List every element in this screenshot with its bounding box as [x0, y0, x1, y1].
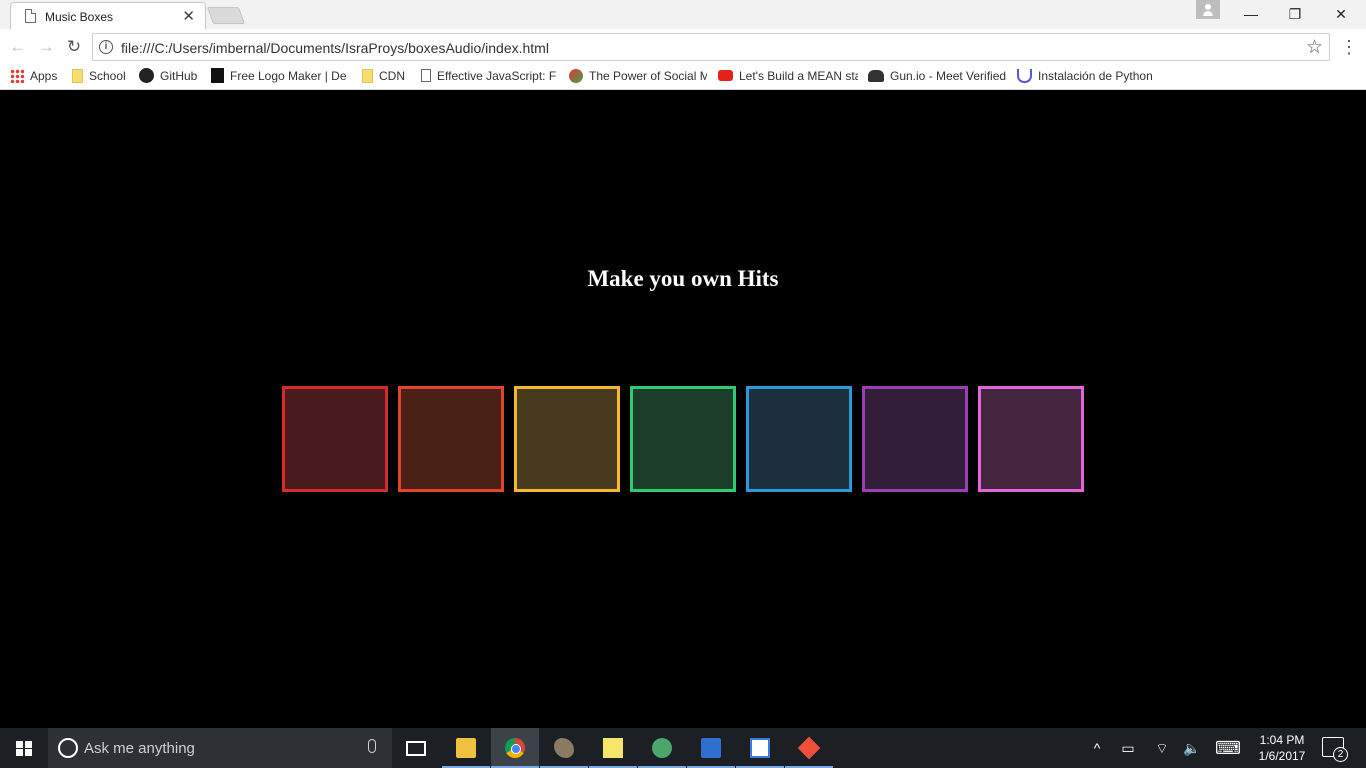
- battery-icon[interactable]: ▭: [1116, 728, 1140, 768]
- bookmark-apps[interactable]: Apps: [10, 68, 62, 86]
- music-box-purple[interactable]: [862, 386, 968, 492]
- chrome-menu-button[interactable]: ⋮: [1340, 36, 1358, 58]
- apps-grid-icon: [10, 68, 24, 83]
- taskbar-paint[interactable]: [736, 728, 784, 768]
- close-tab-icon[interactable]: ✕: [182, 7, 195, 25]
- gimp-icon: [554, 738, 574, 758]
- wifi-icon[interactable]: ⌔: [1150, 728, 1174, 768]
- keyboard-icon[interactable]: ⌨: [1214, 728, 1242, 768]
- tab-music-boxes[interactable]: Music Boxes ✕: [10, 2, 206, 29]
- page-title: Make you own Hits: [587, 266, 779, 291]
- sticky-notes-icon: [603, 738, 623, 758]
- browser-toolbar: ← → ↻ i file:///C:/Users/imbernal/Docume…: [0, 29, 1366, 65]
- udemy-icon: [1017, 68, 1032, 83]
- folder-icon: [72, 68, 83, 83]
- info-icon[interactable]: i: [99, 40, 113, 54]
- page-icon: [25, 9, 36, 23]
- windows-logo-icon: [16, 741, 32, 756]
- new-tab-button[interactable]: [206, 7, 246, 24]
- bookmark-github[interactable]: GitHub: [139, 68, 203, 86]
- taskbar-git-client[interactable]: [785, 728, 833, 768]
- youtube-icon: [718, 70, 733, 82]
- reload-button[interactable]: ↻: [62, 35, 86, 59]
- volume-icon[interactable]: 🔈: [1180, 728, 1204, 768]
- atom-icon: [652, 738, 672, 758]
- minimize-button[interactable]: —: [1228, 0, 1274, 28]
- bookmark-mean-stack[interactable]: Let's Build a MEAN sta: [718, 68, 858, 86]
- close-window-button[interactable]: ✕: [1318, 0, 1364, 28]
- tab-strip: Music Boxes ✕ — ❐ ✕: [0, 0, 1366, 29]
- forward-button[interactable]: →: [34, 35, 58, 59]
- bookmark-power-of-social[interactable]: The Power of Social M: [569, 68, 707, 86]
- gun-io-icon: [868, 69, 884, 82]
- back-button[interactable]: ←: [6, 35, 30, 59]
- clock-date: 1/6/2017: [1258, 749, 1306, 763]
- cortana-icon: [58, 738, 78, 758]
- logo-maker-icon: [211, 68, 224, 84]
- music-box-pink[interactable]: [978, 386, 1084, 492]
- microphone-icon[interactable]: [368, 739, 376, 753]
- taskbar-security-app[interactable]: [687, 728, 735, 768]
- taskbar-chrome[interactable]: [491, 728, 539, 768]
- bookmark-effective-javascript[interactable]: Effective JavaScript: Fr: [421, 68, 556, 86]
- music-box-orange[interactable]: [398, 386, 504, 492]
- music-boxes: [282, 386, 1084, 492]
- folder-icon: [362, 68, 373, 83]
- chrome-icon: [505, 738, 525, 758]
- show-hidden-icons-chevron[interactable]: ^: [1086, 728, 1108, 768]
- taskbar-atom[interactable]: [638, 728, 686, 768]
- tab-title: Music Boxes: [45, 10, 114, 24]
- page-icon: [421, 69, 431, 83]
- search-placeholder: Ask me anything: [84, 740, 195, 757]
- bookmark-free-logo-maker[interactable]: Free Logo Maker | De: [211, 68, 346, 86]
- profile-icon[interactable]: [1196, 0, 1220, 19]
- bookmark-star-icon[interactable]: ☆: [1306, 36, 1323, 59]
- maximize-button[interactable]: ❐: [1272, 0, 1318, 28]
- windows-taskbar: Ask me anything ^ ▭ ⌔ 🔈 ⌨ 1:04 PM 1/6/20…: [0, 728, 1366, 768]
- paint-icon: [750, 738, 770, 758]
- security-app-icon: [701, 738, 721, 758]
- music-box-red[interactable]: [282, 386, 388, 492]
- notification-count-badge: 2: [1333, 747, 1348, 762]
- social-icon: [569, 68, 583, 83]
- address-bar[interactable]: i file:///C:/Users/imbernal/Documents/Is…: [92, 33, 1330, 61]
- bookmark-python-install[interactable]: Instalación de Python: [1017, 68, 1157, 86]
- bookmark-cdn[interactable]: CDN: [362, 68, 410, 86]
- git-client-icon: [797, 736, 821, 760]
- task-view-icon: [406, 741, 426, 756]
- taskbar-file-explorer[interactable]: [442, 728, 490, 768]
- file-explorer-icon: [456, 738, 476, 758]
- taskbar-gimp[interactable]: [540, 728, 588, 768]
- bookmarks-bar: Apps School GitHub Free Logo Maker | De …: [0, 65, 1366, 90]
- clock[interactable]: 1:04 PM 1/6/2017: [1248, 732, 1316, 764]
- taskbar-sticky-notes[interactable]: [589, 728, 637, 768]
- github-icon: [139, 68, 154, 84]
- page-viewport: Make you own Hits: [0, 91, 1366, 728]
- bookmark-school[interactable]: School: [72, 68, 132, 86]
- url-text[interactable]: file:///C:/Users/imbernal/Documents/Isra…: [121, 40, 549, 56]
- bookmark-gun-io[interactable]: Gun.io - Meet Verified: [868, 68, 1008, 86]
- music-box-yellow[interactable]: [514, 386, 620, 492]
- task-view-button[interactable]: [392, 728, 440, 768]
- music-box-green[interactable]: [630, 386, 736, 492]
- cortana-search-box[interactable]: Ask me anything: [48, 728, 392, 768]
- music-box-blue[interactable]: [746, 386, 852, 492]
- start-button[interactable]: [0, 728, 48, 768]
- clock-time: 1:04 PM: [1259, 733, 1305, 747]
